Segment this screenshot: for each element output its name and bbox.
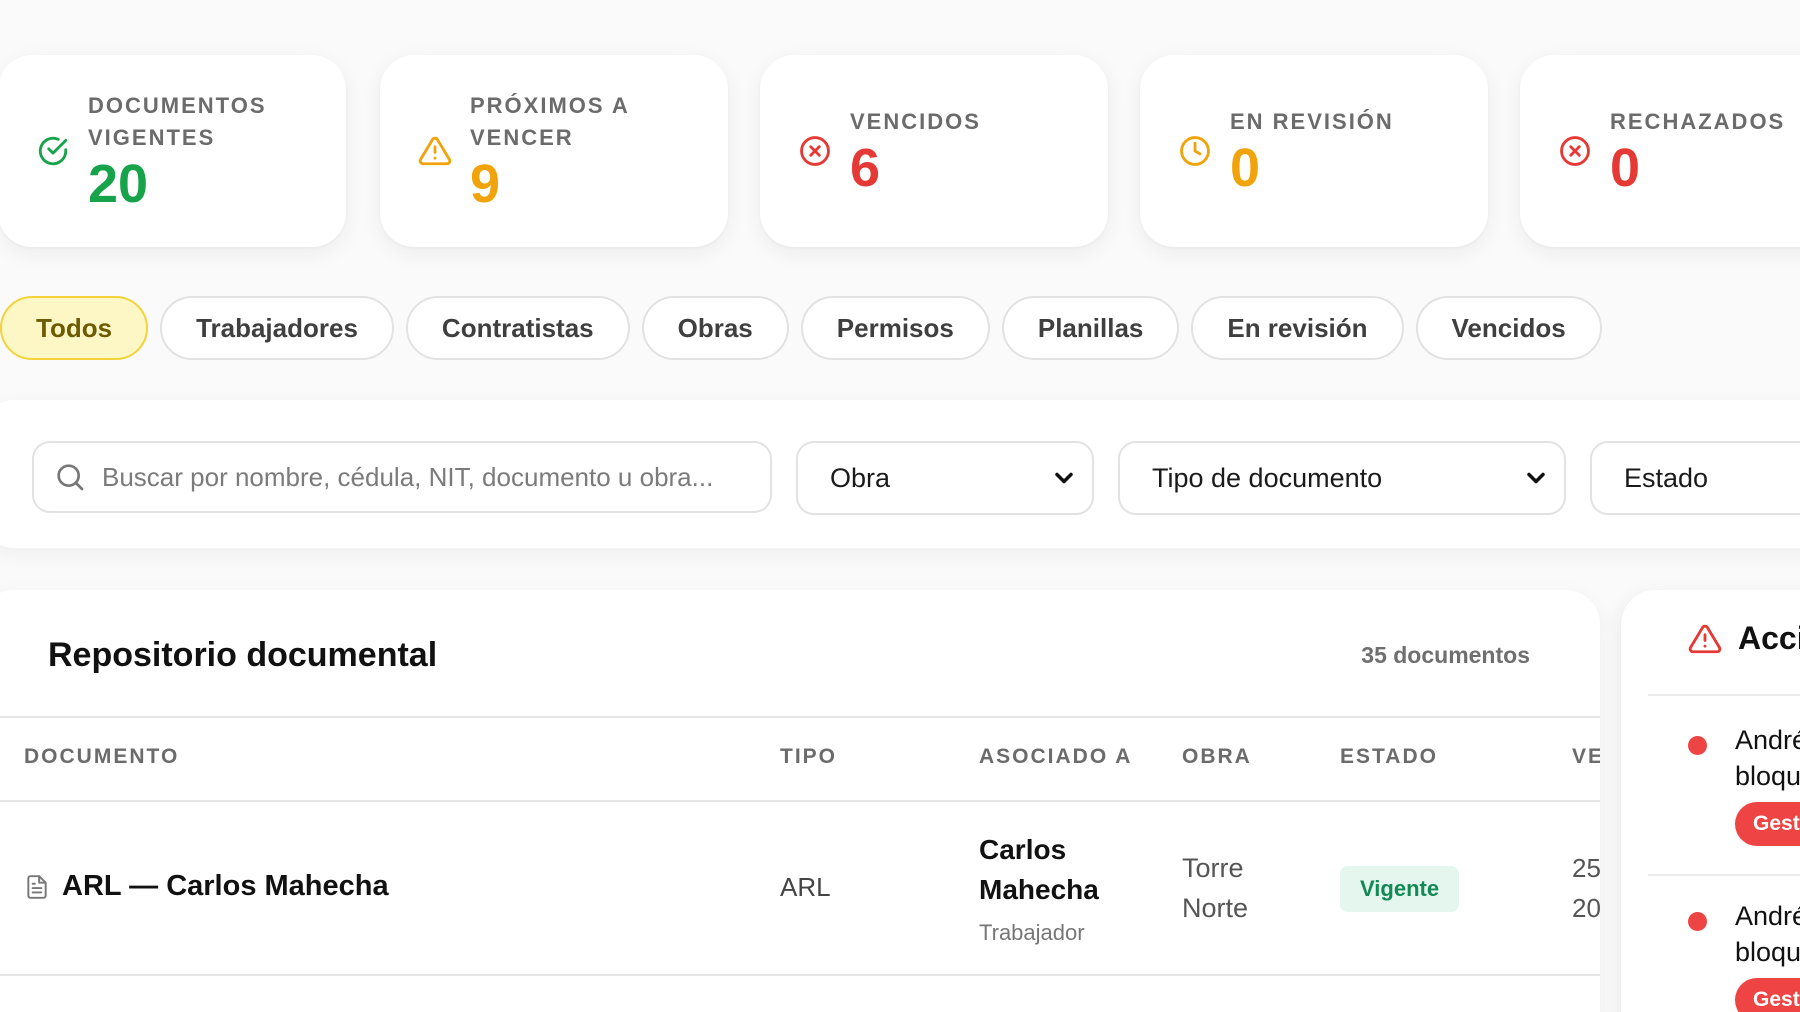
date-cell: 25 20 bbox=[1572, 853, 1600, 923]
alert-dot bbox=[1688, 736, 1707, 755]
estado-select[interactable]: Estado bbox=[1590, 441, 1800, 515]
warning-triangle-icon bbox=[1688, 624, 1722, 653]
stat-value: 0 bbox=[1230, 138, 1261, 198]
document-name: ARL — Carlos Mahecha bbox=[62, 870, 389, 902]
divider bbox=[1648, 874, 1800, 876]
stat-value: 0 bbox=[1610, 138, 1641, 198]
estado-select-value: Estado bbox=[1624, 462, 1709, 493]
filter-chips: Todos Trabajadores Contratistas Obras Pe… bbox=[0, 296, 1602, 360]
stat-value: 9 bbox=[470, 154, 501, 214]
search-icon bbox=[57, 464, 84, 491]
actions-panel-title: Acci bbox=[1688, 620, 1800, 657]
stat-value: 20 bbox=[88, 154, 149, 214]
document-cell[interactable]: ARL — Carlos Mahecha bbox=[24, 870, 389, 903]
chip-trabajadores[interactable]: Trabajadores bbox=[160, 296, 394, 360]
column-header-asociado[interactable]: ASOCIADO A bbox=[979, 745, 1132, 769]
x-circle-icon bbox=[798, 134, 832, 168]
manage-button[interactable]: Gesti bbox=[1735, 978, 1800, 1012]
chip-planillas[interactable]: Planillas bbox=[1001, 296, 1180, 360]
obra-select-value: Obra bbox=[830, 462, 891, 493]
divider bbox=[0, 716, 1600, 718]
alert-text: André bloque bbox=[1735, 901, 1800, 967]
tipo-documento-select[interactable]: Tipo de documento bbox=[1118, 441, 1566, 515]
stat-card-en-revision[interactable]: EN REVISIÓN 0 bbox=[1140, 55, 1488, 247]
search-input[interactable] bbox=[102, 461, 752, 493]
chip-permisos[interactable]: Permisos bbox=[800, 296, 990, 360]
column-header-estado[interactable]: ESTADO bbox=[1340, 745, 1438, 769]
stat-label: RECHAZADOS bbox=[1610, 109, 1786, 134]
repository-title: Repositorio documental bbox=[48, 636, 438, 674]
search-box[interactable] bbox=[32, 441, 772, 513]
document-count: 35 documentos bbox=[1361, 642, 1530, 668]
column-header-vencimiento[interactable]: VE bbox=[1572, 745, 1600, 769]
stat-card-rechazados[interactable]: RECHAZADOS 0 bbox=[1520, 55, 1800, 247]
column-header-documento[interactable]: DOCUMENTO bbox=[24, 745, 179, 769]
alert-dot bbox=[1688, 912, 1707, 931]
actions-panel: Acci André bloque Gesti André bloque Ges… bbox=[1620, 590, 1800, 1012]
chip-contratistas[interactable]: Contratistas bbox=[405, 296, 630, 360]
warning-triangle-icon bbox=[418, 134, 452, 168]
table-row[interactable]: ARL — Carlos Mahecha ARL Carlos Mahecha … bbox=[0, 800, 1600, 975]
chip-en-revision[interactable]: En revisión bbox=[1191, 296, 1404, 360]
stat-card-vigentes[interactable]: DOCUMENTOS VIGENTES 20 bbox=[0, 55, 346, 247]
status-badge: Vigente bbox=[1340, 866, 1460, 912]
chip-obras[interactable]: Obras bbox=[641, 296, 789, 360]
column-header-obra[interactable]: OBRA bbox=[1182, 745, 1252, 769]
alert-text: André bloque bbox=[1735, 725, 1800, 791]
chip-vencidos[interactable]: Vencidos bbox=[1415, 296, 1602, 360]
file-icon bbox=[27, 874, 47, 899]
stat-label: DOCUMENTOS VIGENTES bbox=[88, 93, 267, 150]
type-cell: ARL bbox=[780, 872, 831, 902]
app-viewport: DOCUMENTOS VIGENTES 20 PRÓXIMOS A VENCER… bbox=[0, 0, 1800, 1012]
tipo-documento-select-value: Tipo de documento bbox=[1152, 462, 1383, 493]
stat-label: VENCIDOS bbox=[850, 109, 981, 134]
chevron-down-icon bbox=[1055, 472, 1073, 484]
stat-label: EN REVISIÓN bbox=[1230, 109, 1394, 134]
associated-name: Carlos Mahecha bbox=[979, 834, 1099, 905]
obra-cell: Torre Norte bbox=[1182, 853, 1249, 923]
column-header-tipo[interactable]: TIPO bbox=[780, 745, 837, 769]
stat-card-vencidos[interactable]: VENCIDOS 6 bbox=[760, 55, 1108, 247]
stat-label: PRÓXIMOS A VENCER bbox=[470, 93, 630, 150]
actions-title-text: Acci bbox=[1738, 620, 1800, 656]
divider bbox=[0, 974, 1600, 976]
chevron-down-icon bbox=[1527, 472, 1545, 484]
stat-card-proximos[interactable]: PRÓXIMOS A VENCER 9 bbox=[380, 55, 728, 247]
check-circle-icon bbox=[36, 134, 70, 168]
divider bbox=[1648, 694, 1800, 696]
chip-todos[interactable]: Todos bbox=[0, 296, 149, 360]
repository-panel: Repositorio documental 35 documentos DOC… bbox=[0, 590, 1600, 1012]
associated-role: Trabajador bbox=[979, 920, 1085, 945]
clock-icon bbox=[1178, 134, 1212, 168]
stats-row: DOCUMENTOS VIGENTES 20 PRÓXIMOS A VENCER… bbox=[0, 55, 1800, 247]
manage-button[interactable]: Gesti bbox=[1735, 802, 1800, 846]
stat-value: 6 bbox=[850, 138, 881, 198]
x-circle-icon bbox=[1558, 134, 1592, 168]
obra-select[interactable]: Obra bbox=[796, 441, 1094, 515]
